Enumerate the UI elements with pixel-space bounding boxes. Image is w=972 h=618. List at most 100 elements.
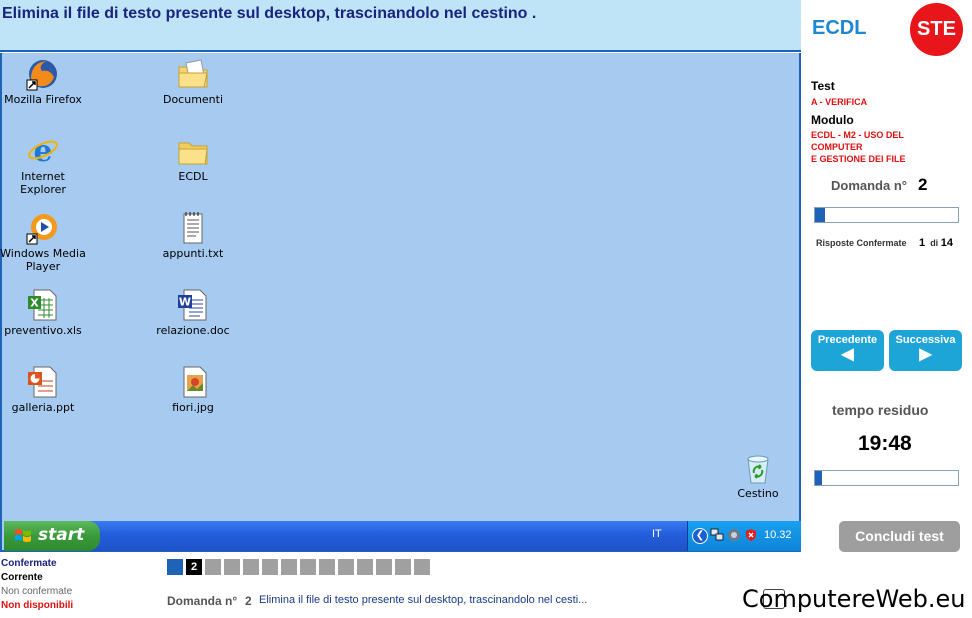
- desktop-icon-label: Documenti: [162, 93, 224, 106]
- system-tray: ❮ 10.32: [687, 521, 801, 551]
- text-file-icon: [183, 212, 203, 244]
- desktop-icon-internet-explorer[interactable]: e Internet Explorer: [0, 134, 88, 196]
- total-questions-count: 14: [940, 237, 953, 249]
- desktop-icon-label: relazione.doc: [156, 324, 230, 337]
- desktop-icon-label: Windows Media Player: [0, 247, 86, 273]
- question-banner: Elimina il file di testo presente sul de…: [0, 0, 801, 52]
- question-square-9[interactable]: [319, 559, 335, 575]
- language-indicator[interactable]: IT: [652, 528, 662, 540]
- desktop-icon-label: preventivo.xls: [4, 324, 82, 337]
- desktop-icon-label: Cestino: [737, 487, 779, 500]
- module-value-line-3: E GESTIONE DEI FILE: [811, 154, 906, 164]
- question-square-13[interactable]: [395, 559, 411, 575]
- svg-text:e: e: [33, 134, 52, 168]
- question-square-2[interactable]: 2: [186, 559, 202, 575]
- module-label: Modulo: [811, 113, 854, 127]
- question-square-7[interactable]: [281, 559, 297, 575]
- confirmed-answers-counter: Risposte Confermate 1 di 14: [816, 237, 953, 249]
- desktop-icon-label: ECDL: [178, 170, 208, 183]
- legend-confirmed: Confermate: [1, 558, 57, 569]
- question-square-8[interactable]: [300, 559, 316, 575]
- recycle-bin-icon: [747, 455, 769, 484]
- desktop-icon-label: fiori.jpg: [172, 401, 214, 414]
- question-square-5[interactable]: [243, 559, 259, 575]
- desktop-icon-label: appunti.txt: [162, 247, 224, 260]
- desktop-icon-label: Mozilla Firefox: [4, 93, 82, 106]
- test-label: Test: [811, 79, 835, 93]
- question-square-3[interactable]: [205, 559, 221, 575]
- remaining-time-value: 19:48: [858, 432, 912, 455]
- answers-of-label: di: [930, 238, 939, 248]
- word-file-icon: W: [178, 289, 207, 321]
- my-documents-folder-icon: [178, 59, 208, 88]
- previous-label: Precedente: [817, 334, 878, 346]
- excel-file-icon: X: [28, 289, 57, 321]
- question-text: Elimina il file di testo presente sul de…: [2, 5, 537, 22]
- taskbar-clock[interactable]: 10.32: [764, 529, 792, 541]
- internet-explorer-icon: e: [28, 134, 58, 168]
- desktop-icon-preventivo[interactable]: X preventivo.xls: [0, 288, 88, 337]
- volume-icon[interactable]: [727, 528, 741, 542]
- remaining-time-label: tempo residuo: [832, 402, 929, 418]
- question-square-14[interactable]: [414, 559, 430, 575]
- windows-flag-icon: [15, 529, 31, 542]
- security-shield-icon[interactable]: [744, 528, 758, 542]
- time-progress-bar: [814, 470, 959, 486]
- confirmed-answers-count: 1: [919, 237, 926, 249]
- legend-current: Corrente: [1, 572, 43, 583]
- app-window: Elimina il file di testo presente sul de…: [0, 0, 972, 618]
- confirmed-answers-label: Risposte Confermate: [816, 238, 907, 248]
- module-value-line-1: ECDL - M2 - USO DEL: [811, 130, 904, 140]
- desktop-icon-ecdl-folder[interactable]: ECDL: [148, 134, 238, 183]
- question-square-6[interactable]: [262, 559, 278, 575]
- desktop-area[interactable]: Mozilla Firefox e Internet Explorer Wind…: [0, 53, 801, 552]
- bottom-question-number: 2: [245, 594, 252, 608]
- test-value: A - VERIFICA: [811, 97, 868, 107]
- bottom-question-label: Domanda n°: [167, 594, 238, 608]
- start-button[interactable]: start: [4, 521, 100, 551]
- desktop-icon-cestino[interactable]: Cestino: [713, 451, 803, 500]
- bottom-question-text: Elimina il file di testo presente sul de…: [259, 594, 588, 606]
- powerpoint-file-icon: [28, 366, 57, 398]
- question-square-11[interactable]: [357, 559, 373, 575]
- previous-button[interactable]: Precedente ◀: [811, 330, 884, 371]
- firefox-icon: [26, 60, 57, 91]
- finish-test-button[interactable]: Concludi test: [839, 521, 960, 552]
- ecdl-brand: ECDL: [812, 17, 867, 39]
- question-square-12[interactable]: [376, 559, 392, 575]
- question-progress-fill: [815, 208, 825, 222]
- question-square-1[interactable]: [167, 559, 183, 575]
- arrow-left-icon: ◀: [841, 346, 854, 363]
- show-hidden-icons-button[interactable]: ❮: [692, 528, 708, 544]
- question-number: 2: [918, 175, 928, 194]
- desktop-icon-galleria[interactable]: galleria.ppt: [0, 365, 88, 414]
- next-label: Successiva: [895, 334, 956, 346]
- question-square-4[interactable]: [224, 559, 240, 575]
- svg-text:X: X: [30, 297, 39, 310]
- watermark: ComputereWeb.eu: [742, 585, 966, 613]
- desktop-icon-fiori[interactable]: fiori.jpg: [148, 365, 238, 414]
- desktop-icon-appunti[interactable]: appunti.txt: [148, 211, 238, 260]
- desktop-icon-firefox[interactable]: Mozilla Firefox: [0, 57, 88, 106]
- desktop-icon-label: Internet Explorer: [20, 170, 66, 196]
- ste-logo: STE: [910, 3, 963, 56]
- question-square-10[interactable]: [338, 559, 354, 575]
- question-number-label: Domanda n°: [831, 178, 907, 193]
- network-icon[interactable]: [710, 528, 724, 542]
- legend-not-confirmed: Non confermate: [1, 586, 73, 597]
- module-value-line-2: COMPUTER: [811, 142, 863, 152]
- arrow-right-icon: ▶: [919, 346, 932, 363]
- next-button[interactable]: Successiva ▶: [889, 330, 962, 371]
- start-label: start: [38, 525, 85, 545]
- desktop-icon-relazione[interactable]: W relazione.doc: [148, 288, 238, 337]
- folder-icon: [178, 142, 208, 165]
- desktop-icon-documenti[interactable]: Documenti: [148, 57, 238, 106]
- svg-text:W: W: [179, 296, 191, 309]
- image-file-icon: [183, 366, 207, 398]
- desktop-icon-media-player[interactable]: Windows Media Player: [0, 211, 88, 273]
- legend-unavailable: Non disponibili: [1, 600, 74, 611]
- time-progress-fill: [815, 471, 823, 485]
- desktop-icon-label: galleria.ppt: [11, 401, 75, 414]
- media-player-icon: [26, 214, 57, 245]
- taskbar: start IT ❮ 10.32: [4, 521, 801, 551]
